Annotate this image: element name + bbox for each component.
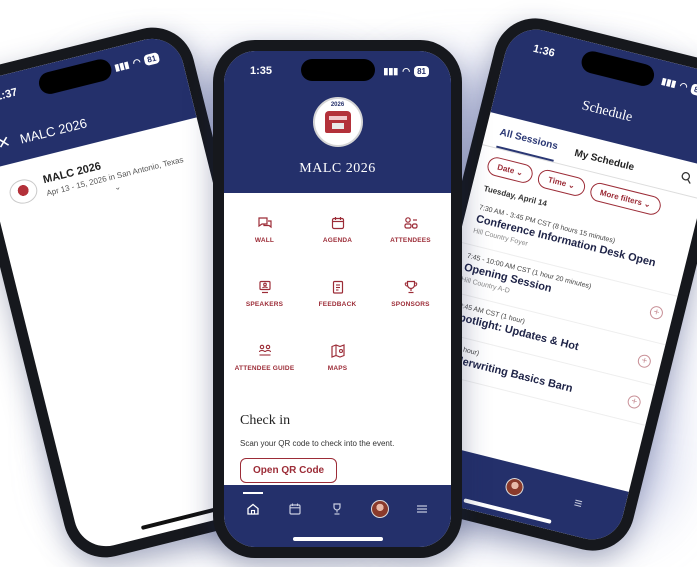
event-logo [6, 176, 40, 207]
phone-center: 1:35 ▮▮▮ ◠ 81 2026 MALC 2026 WALL AGENDA [213, 40, 462, 558]
notch [300, 59, 375, 81]
menu-tile-label: SPONSORS [391, 301, 430, 308]
menu-tile-attendees[interactable]: ATTENDEES [374, 215, 447, 255]
checkin-heading: Check in [240, 413, 291, 428]
checkin-section: Check in Scan your QR code to check into… [224, 383, 451, 483]
battery-icon: 81 [414, 65, 429, 77]
menu-tile-label: WALL [254, 237, 275, 244]
nav-profile[interactable] [366, 496, 394, 522]
status-icons: ▮▮▮ ◠ 81 [113, 51, 161, 73]
guide-people-icon [258, 344, 271, 356]
clipboard-icon [332, 280, 343, 294]
nav-menu[interactable] [408, 496, 436, 522]
menu-icon [416, 505, 427, 513]
menu-icon[interactable]: ≡ [572, 494, 584, 512]
nav-agenda[interactable] [281, 496, 309, 522]
menu-tile-label: AGENDA [322, 237, 353, 244]
calendar-icon [289, 503, 301, 515]
home-indicator [463, 498, 552, 524]
close-icon[interactable]: ✕ [0, 132, 13, 155]
time-filter[interactable]: Time ⌄ [536, 167, 587, 198]
logo-year: 2026 [330, 102, 345, 108]
status-icons: ▮▮▮ ◠ 81 [383, 65, 429, 77]
calendar-icon [331, 217, 344, 230]
header-title: MALC 2026 [18, 114, 89, 147]
signal-icon: ▮▮▮ [660, 75, 678, 89]
event-info: MALC 2026 Apr 13 - 15, 2026 in San Anton… [42, 140, 187, 208]
open-qr-code-button[interactable]: Open QR Code [240, 458, 338, 483]
wifi-icon: ◠ [678, 79, 689, 92]
feature-grid: WALL AGENDA ATTENDEES SPEAKERS FEEDBACK … [224, 193, 451, 383]
add-to-schedule-icon[interactable]: + [626, 393, 643, 410]
menu-tile-label: MAPS [327, 365, 348, 372]
event-logo: 2026 [312, 97, 363, 147]
status-time: 1:35 [250, 65, 273, 77]
menu-tile-agenda[interactable]: AGENDA [301, 215, 374, 255]
map-icon [330, 344, 345, 358]
bottom-nav [224, 485, 451, 547]
date-filter[interactable]: Date ⌄ [485, 155, 535, 185]
event-title: MALC 2026 [299, 161, 376, 176]
menu-tile-sponsors[interactable]: SPONSORS [374, 279, 447, 319]
phone-center-screen: 1:35 ▮▮▮ ◠ 81 2026 MALC 2026 WALL AGENDA [224, 51, 451, 547]
add-to-schedule-icon[interactable]: + [648, 304, 665, 321]
home-indicator [292, 537, 383, 541]
menu-tile-maps[interactable]: MAPS [301, 343, 374, 383]
avatar [370, 500, 389, 518]
signal-icon: ▮▮▮ [383, 65, 399, 76]
menu-tile-speakers[interactable]: SPEAKERS [228, 279, 301, 319]
wifi-icon: ◠ [131, 56, 142, 68]
status-time: 1:36 [531, 42, 556, 60]
menu-tile-label: SPEAKERS [245, 301, 284, 308]
menu-tile-attendee-guide[interactable]: ATTENDEE GUIDE [228, 343, 301, 383]
status-icons: ▮▮▮ ◠ 81 [660, 75, 697, 97]
battery-icon: 81 [143, 51, 161, 66]
add-to-schedule-icon[interactable]: + [636, 353, 653, 370]
nav-home[interactable] [239, 492, 267, 522]
status-time: 1:37 [0, 86, 19, 104]
menu-tile-label: ATTENDEE GUIDE [234, 365, 295, 372]
signal-icon: ▮▮▮ [113, 58, 131, 73]
search-icon[interactable] [679, 170, 694, 185]
wifi-icon: ◠ [402, 65, 411, 76]
logo-building [324, 111, 351, 133]
home-icon [247, 503, 259, 515]
trophy-icon [333, 503, 342, 515]
menu-tile-feedback[interactable]: FEEDBACK [301, 279, 374, 319]
speaker-podium-icon [258, 280, 271, 294]
battery-icon: 81 [690, 82, 697, 97]
checkin-text: Scan your QR code to check into the even… [240, 439, 395, 448]
nav-sponsors[interactable] [323, 496, 351, 522]
attendees-icon [403, 217, 418, 229]
menu-tile-label: FEEDBACK [318, 301, 357, 308]
chat-bubbles-icon [257, 217, 272, 229]
menu-tile-wall[interactable]: WALL [228, 215, 301, 255]
avatar[interactable] [503, 476, 526, 498]
trophy-icon [404, 280, 417, 294]
menu-tile-label: ATTENDEES [390, 237, 431, 244]
